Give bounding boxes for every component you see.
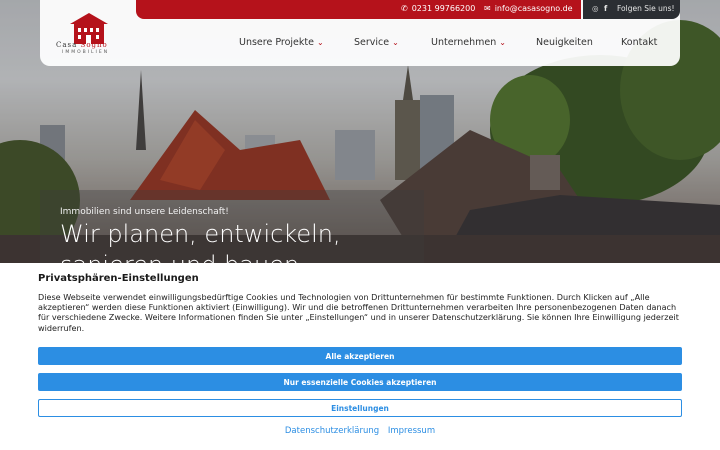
phone-icon: ✆ (401, 4, 408, 13)
chevron-down-icon: ⌄ (499, 38, 506, 47)
imprint-link[interactable]: Impressum (388, 426, 435, 436)
facebook-icon[interactable]: f (604, 4, 607, 13)
logo-wordmark: Casa Sogno (56, 41, 108, 49)
settings-button[interactable]: Einstellungen (38, 399, 682, 417)
nav-unsere-projekte[interactable]: Unsere Projekte ⌄ (239, 37, 324, 48)
instagram-icon[interactable]: ◎ (592, 4, 599, 13)
mail-icon: ✉ (484, 4, 491, 13)
email-link[interactable]: ✉ info@casasogno.de (484, 4, 573, 13)
chevron-down-icon: ⌄ (316, 38, 324, 47)
privacy-policy-link[interactable]: Datenschutzerklärung (285, 426, 379, 436)
hero-tagline: Immobilien sind unsere Leidenschaft! (60, 207, 229, 217)
cookie-consent-dialog: Privatsphären-Einstellungen Diese Websei… (0, 263, 720, 450)
nav-neuigkeiten[interactable]: Neuigkeiten (536, 37, 593, 48)
social-label: Folgen Sie uns! (617, 4, 675, 13)
cookie-title: Privatsphären-Einstellungen (38, 273, 199, 284)
nav-unternehmen[interactable]: Unternehmen ⌄ (431, 37, 506, 48)
cookie-description: Diese Webseite verwendet einwilligungsbe… (38, 292, 679, 333)
cookie-footer-links: Datenschutzerklärung Impressum (0, 426, 720, 436)
accept-essential-button[interactable]: Nur essenzielle Cookies akzeptieren (38, 373, 682, 391)
logo-subtitle: IMMOBILIEN (62, 50, 110, 55)
chevron-down-icon: ⌄ (392, 38, 399, 47)
nav-kontakt[interactable]: Kontakt (621, 37, 657, 48)
nav-service[interactable]: Service ⌄ (354, 37, 399, 48)
social-bar: ◎ f Folgen Sie uns! (583, 0, 680, 19)
accept-all-button[interactable]: Alle akzeptieren (38, 347, 682, 365)
phone-link[interactable]: ✆ 0231 99766200 (401, 4, 475, 13)
contact-bar: ✆ 0231 99766200 ✉ info@casasogno.de (136, 0, 581, 19)
